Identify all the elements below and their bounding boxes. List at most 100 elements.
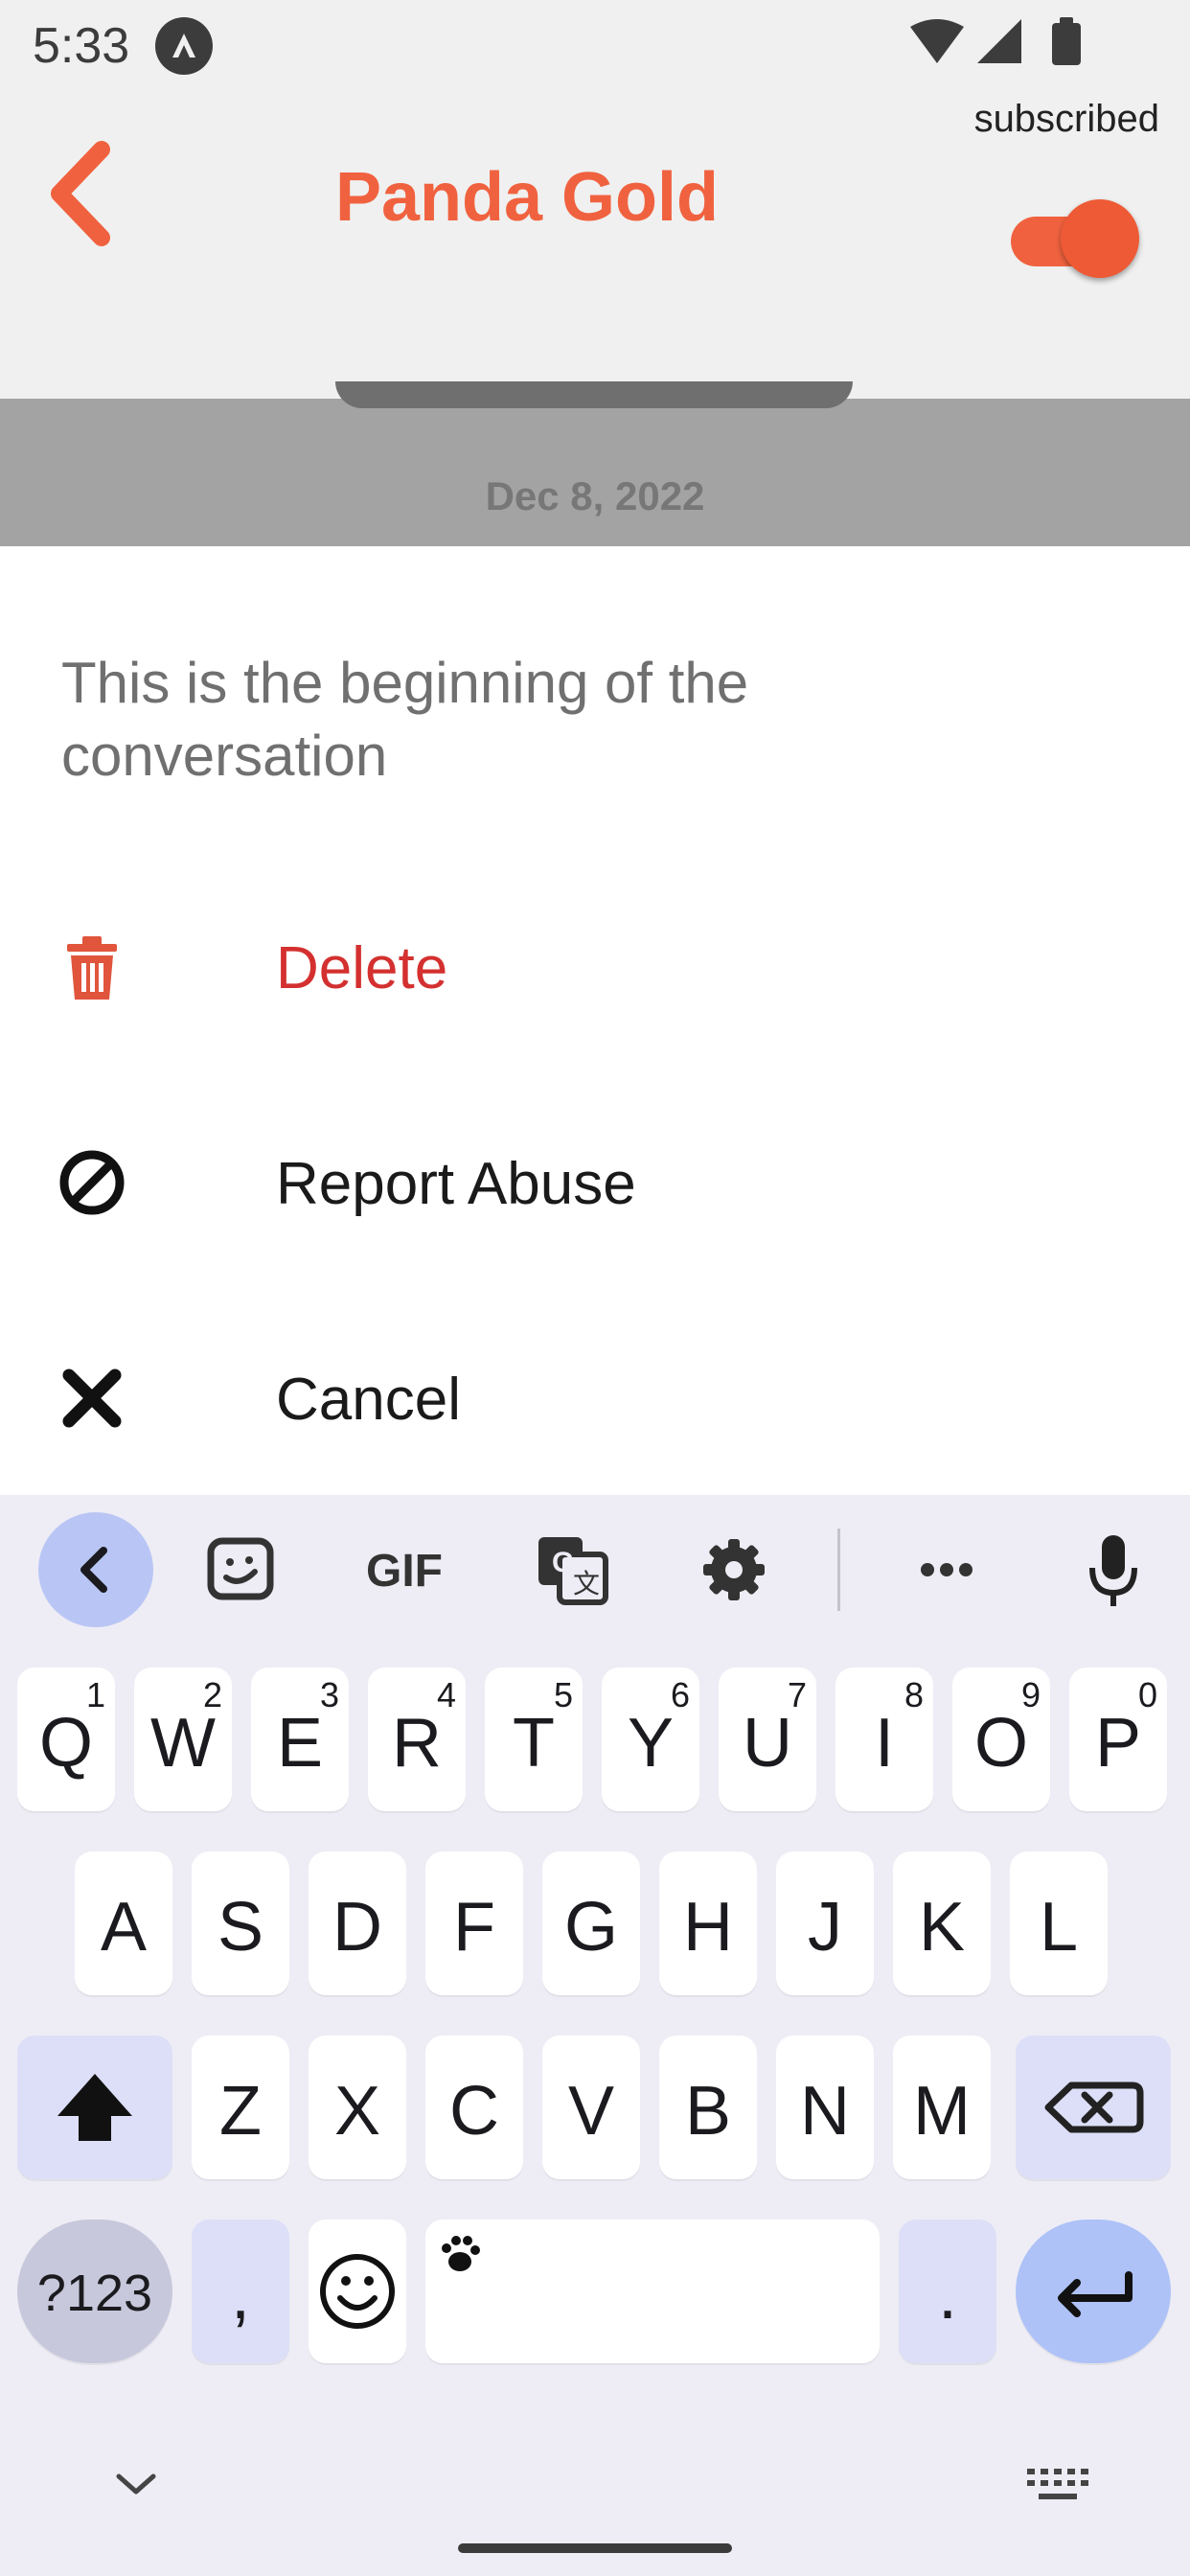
key-s[interactable]: S xyxy=(192,1852,289,1995)
sticker-button[interactable] xyxy=(184,1512,299,1627)
key-label: E xyxy=(276,1705,324,1782)
app-logo-icon xyxy=(155,17,213,75)
chevron-down-icon xyxy=(116,2473,156,2495)
toolbar-divider xyxy=(837,1529,840,1611)
keyboard-collapse-button[interactable] xyxy=(38,1512,153,1627)
translate-button[interactable]: G 文 xyxy=(514,1512,629,1627)
report-abuse-menu-item[interactable]: Report Abuse xyxy=(0,1083,1190,1275)
hide-keyboard-button[interactable] xyxy=(107,2461,165,2507)
keyboard-switch-button[interactable] xyxy=(1023,2461,1090,2507)
key-label: O xyxy=(973,1705,1028,1782)
comma-key-label: , xyxy=(230,2257,250,2334)
key-b[interactable]: B xyxy=(659,2036,757,2179)
key-v[interactable]: V xyxy=(542,2036,640,2179)
key-u[interactable]: U7 xyxy=(719,1668,816,1811)
trash-icon xyxy=(67,936,117,1000)
shift-key[interactable] xyxy=(17,2036,172,2179)
key-h[interactable]: H xyxy=(659,1852,757,1995)
emoji-icon xyxy=(320,2254,395,2329)
cancel-menu-item[interactable]: Cancel xyxy=(0,1299,1190,1490)
delete-label: Delete xyxy=(276,935,448,1001)
voice-input-button[interactable] xyxy=(1056,1512,1171,1627)
paw-icon xyxy=(442,2236,480,2271)
key-z[interactable]: Z xyxy=(192,2036,289,2179)
scrim-overlay[interactable] xyxy=(0,399,1190,546)
key-t[interactable]: T5 xyxy=(485,1668,583,1811)
delete-menu-item[interactable]: Delete xyxy=(0,867,1190,1059)
comma-key[interactable]: , xyxy=(192,2220,289,2363)
gif-icon: GIF xyxy=(366,1546,443,1597)
gif-button[interactable]: GIF xyxy=(347,1512,462,1627)
cancel-label: Cancel xyxy=(276,1367,461,1433)
key-n[interactable]: N xyxy=(776,2036,874,2179)
more-icon xyxy=(921,1563,973,1576)
key-label: F xyxy=(453,1889,495,1966)
key-label: A xyxy=(100,1889,148,1966)
block-icon xyxy=(59,1150,125,1215)
key-hint: 0 xyxy=(1137,1675,1157,1714)
key-hint: 1 xyxy=(85,1675,105,1714)
enter-key[interactable] xyxy=(1016,2220,1171,2363)
key-hint: 2 xyxy=(202,1675,222,1714)
subscribed-label: subscribed xyxy=(973,98,1159,140)
key-label: Z xyxy=(219,2073,262,2150)
key-i[interactable]: I8 xyxy=(835,1668,933,1811)
key-hint: 3 xyxy=(319,1675,339,1714)
key-hint: 6 xyxy=(670,1675,690,1714)
backspace-icon xyxy=(1044,2082,1144,2133)
key-label: V xyxy=(567,2073,615,2150)
gear-icon xyxy=(703,1539,765,1600)
symbols-key-label: ?123 xyxy=(36,2265,153,2322)
key-a[interactable]: A xyxy=(75,1852,172,1995)
key-x[interactable]: X xyxy=(309,2036,406,2179)
subscribe-toggle[interactable] xyxy=(1011,199,1139,278)
svg-text:G: G xyxy=(552,1547,574,1578)
key-label: S xyxy=(217,1889,264,1966)
key-label: P xyxy=(1094,1705,1142,1782)
battery-icon xyxy=(1052,17,1081,65)
key-j[interactable]: J xyxy=(776,1852,874,1995)
cellular-signal-icon xyxy=(977,19,1021,63)
key-label: G xyxy=(563,1889,618,1966)
key-hint: 8 xyxy=(904,1675,924,1714)
close-icon xyxy=(62,1368,122,1428)
key-c[interactable]: C xyxy=(425,2036,523,2179)
emoji-key[interactable] xyxy=(309,2220,406,2363)
key-label: T xyxy=(513,1705,555,1782)
space-key[interactable] xyxy=(425,2220,880,2363)
key-d[interactable]: D xyxy=(309,1852,406,1995)
key-r[interactable]: R4 xyxy=(368,1668,466,1811)
settings-button[interactable] xyxy=(676,1512,791,1627)
keyboard-icon xyxy=(1027,2469,1088,2499)
key-w[interactable]: W2 xyxy=(134,1668,232,1811)
backspace-key[interactable] xyxy=(1016,2036,1171,2179)
key-y[interactable]: Y6 xyxy=(602,1668,699,1811)
sticker-icon xyxy=(207,1537,274,1600)
key-e[interactable]: E3 xyxy=(251,1668,349,1811)
key-o[interactable]: O9 xyxy=(952,1668,1050,1811)
key-g[interactable]: G xyxy=(542,1852,640,1995)
key-hint: 7 xyxy=(787,1675,807,1714)
key-label: R xyxy=(392,1705,442,1782)
more-button[interactable] xyxy=(889,1512,1004,1627)
key-q[interactable]: Q1 xyxy=(17,1668,115,1811)
home-indicator[interactable] xyxy=(458,2543,732,2553)
key-label: L xyxy=(1039,1889,1079,1966)
key-hint: 9 xyxy=(1020,1675,1041,1714)
key-label: I xyxy=(874,1705,894,1782)
key-label: N xyxy=(800,2073,850,2150)
period-key[interactable]: . xyxy=(899,2220,996,2363)
message-bubble xyxy=(335,381,853,408)
toggle-knob xyxy=(1061,199,1139,278)
key-m[interactable]: M xyxy=(893,2036,991,2179)
key-l[interactable]: L xyxy=(1010,1852,1108,1995)
date-separator: Dec 8, 2022 xyxy=(485,473,705,518)
key-label: Y xyxy=(627,1705,675,1782)
key-f[interactable]: F xyxy=(425,1852,523,1995)
key-label: K xyxy=(918,1889,966,1966)
symbols-key[interactable]: ?123 xyxy=(17,2220,172,2363)
key-p[interactable]: P0 xyxy=(1069,1668,1167,1811)
mic-icon xyxy=(1089,1535,1137,1606)
key-label: M xyxy=(913,2073,971,2150)
key-k[interactable]: K xyxy=(893,1852,991,1995)
